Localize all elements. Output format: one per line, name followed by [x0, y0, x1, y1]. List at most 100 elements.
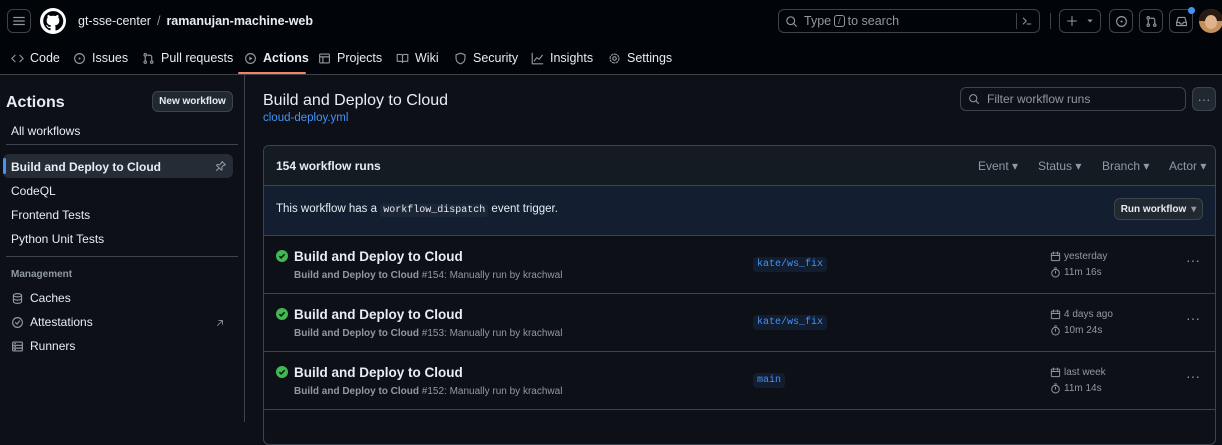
tab-label: Pull requests [161, 51, 234, 65]
run-trigger: : Manually run by krachwal [444, 386, 563, 397]
run-date: yesterday [1050, 251, 1107, 262]
search-divider [1016, 13, 1017, 29]
menu-button[interactable] [7, 9, 31, 33]
tab-label: Security [473, 51, 519, 65]
gear-icon [609, 52, 620, 64]
calendar-icon [1050, 309, 1061, 320]
run-title[interactable]: Build and Deploy to Cloud [294, 307, 463, 322]
kebab-horizontal-icon[interactable]: ··· [1186, 310, 1200, 326]
workflow-runs-box: 154 workflow runs Event ▾ Status ▾ Branc… [263, 145, 1216, 445]
tab-wiki[interactable]: Wiki [396, 42, 439, 74]
run-title[interactable]: Build and Deploy to Cloud [294, 365, 463, 380]
tab-code[interactable]: Code [11, 42, 60, 74]
stopwatch-icon [1051, 325, 1060, 336]
pin-icon[interactable] [215, 160, 227, 172]
caret-down-icon: ▾ [1012, 159, 1019, 173]
run-date: last week [1050, 367, 1106, 378]
workflow-file-link[interactable]: cloud-deploy.yml [263, 112, 348, 124]
filter-label: Actor [1169, 159, 1198, 173]
command-palette-icon[interactable] [1021, 15, 1033, 27]
run-workflow-name: Build and Deploy to Cloud [294, 386, 419, 397]
sidebar: Actions New workflow All workflows Build… [0, 75, 245, 422]
run-date-text: last week [1064, 367, 1106, 378]
tab-actions[interactable]: Actions [244, 42, 309, 74]
tab-label: Projects [337, 51, 383, 65]
global-search[interactable]: Type / to search [778, 9, 1040, 33]
workflow-run-row[interactable] [264, 409, 1215, 444]
sidebar-divider [6, 144, 238, 145]
sidebar-item-codeql[interactable]: CodeQL [11, 184, 56, 198]
sidebar-item-build-deploy[interactable]: Build and Deploy to Cloud [11, 160, 161, 174]
pull-requests-button[interactable] [1139, 9, 1163, 33]
inbox-button[interactable] [1169, 7, 1195, 33]
repo-nav: Code Issues Pull requests Actions Projec… [0, 42, 1222, 75]
kebab-horizontal-icon[interactable]: ··· [1186, 252, 1200, 268]
branch-label[interactable]: kate/ws_fix [753, 257, 828, 272]
run-workflow-button[interactable]: Run workflow ▾ [1114, 198, 1203, 220]
tab-insights[interactable]: Insights [531, 42, 593, 74]
sidebar-item-frontend-tests[interactable]: Frontend Tests [11, 208, 90, 222]
run-duration-text: 11m 16s [1064, 267, 1102, 278]
header-divider [1050, 13, 1051, 29]
filter-label: Status [1038, 159, 1073, 173]
sidebar-item-runners[interactable]: Runners [11, 339, 75, 353]
branch-label[interactable]: main [753, 373, 786, 388]
play-icon [245, 52, 256, 64]
org-link[interactable]: gt-sse-center [78, 14, 151, 28]
workflow-run-row[interactable]: Build and Deploy to Cloud Build and Depl… [264, 235, 1215, 293]
table-icon [319, 52, 330, 64]
kebab-horizontal-icon[interactable]: ··· [1186, 368, 1200, 384]
sidebar-item-label: Runners [30, 339, 76, 353]
run-date-text: 4 days ago [1064, 309, 1113, 320]
tab-pull-requests[interactable]: Pull requests [142, 42, 233, 74]
tab-issues[interactable]: Issues [73, 42, 128, 74]
run-number: #153 [421, 328, 445, 339]
github-logo[interactable] [40, 8, 66, 34]
graph-icon [531, 52, 544, 64]
sidebar-item-all-workflows[interactable]: All workflows [11, 124, 80, 138]
filter-label: Event [978, 159, 1009, 173]
more-options-button[interactable]: ··· [1192, 87, 1216, 111]
sidebar-item-label: Caches [30, 291, 71, 305]
run-duration: 10m 24s [1050, 325, 1102, 336]
tab-projects[interactable]: Projects [318, 42, 382, 74]
search-key-hint: / [834, 15, 845, 27]
inbox-icon [1175, 16, 1187, 26]
tab-settings[interactable]: Settings [608, 42, 672, 74]
tab-label: Settings [627, 51, 673, 65]
issue-icon [1115, 15, 1127, 27]
run-trigger: : Manually run by krachwal [444, 270, 563, 281]
check-circle-icon [276, 366, 288, 378]
filter-runs-input[interactable]: Filter workflow runs [960, 87, 1186, 111]
issues-button[interactable] [1109, 9, 1133, 33]
sidebar-item-python-tests[interactable]: Python Unit Tests [11, 232, 104, 246]
management-heading: Management [11, 269, 73, 280]
new-workflow-button[interactable]: New workflow [152, 91, 233, 112]
sidebar-selected-indicator [3, 158, 6, 174]
breadcrumb: gt-sse-center / ramanujan-machine-web [78, 14, 313, 28]
actor-filter[interactable]: Actor ▾ [1169, 159, 1206, 173]
branch-label[interactable]: kate/ws_fix [753, 315, 828, 330]
runs-header: 154 workflow runs Event ▾ Status ▾ Branc… [264, 146, 1215, 185]
branch-filter[interactable]: Branch ▾ [1102, 159, 1149, 173]
sidebar-item-attestations[interactable]: Attestations [11, 315, 93, 329]
sidebar-divider [6, 256, 238, 257]
run-title[interactable]: Build and Deploy to Cloud [294, 249, 463, 264]
run-duration-text: 10m 24s [1064, 325, 1103, 336]
sidebar-item-caches[interactable]: Caches [11, 291, 71, 305]
workflow-run-row[interactable]: Build and Deploy to Cloud Build and Depl… [264, 293, 1215, 351]
avatar[interactable] [1199, 9, 1222, 33]
status-filter[interactable]: Status ▾ [1038, 159, 1081, 173]
run-subtitle: Build and Deploy to Cloud #152: Manually… [294, 386, 562, 397]
run-subtitle: Build and Deploy to Cloud #153: Manually… [294, 328, 562, 339]
event-filter[interactable]: Event ▾ [978, 159, 1018, 173]
repo-link[interactable]: ramanujan-machine-web [166, 14, 313, 28]
search-icon [786, 15, 797, 27]
tab-security[interactable]: Security [454, 42, 518, 74]
create-new-button[interactable] [1059, 9, 1101, 33]
workflow-run-row[interactable]: Build and Deploy to Cloud Build and Depl… [264, 351, 1215, 409]
external-link-icon [217, 320, 223, 326]
runs-count: 154 workflow runs [276, 159, 381, 173]
tab-label: Code [30, 51, 60, 65]
breadcrumb-separator: / [156, 14, 161, 28]
